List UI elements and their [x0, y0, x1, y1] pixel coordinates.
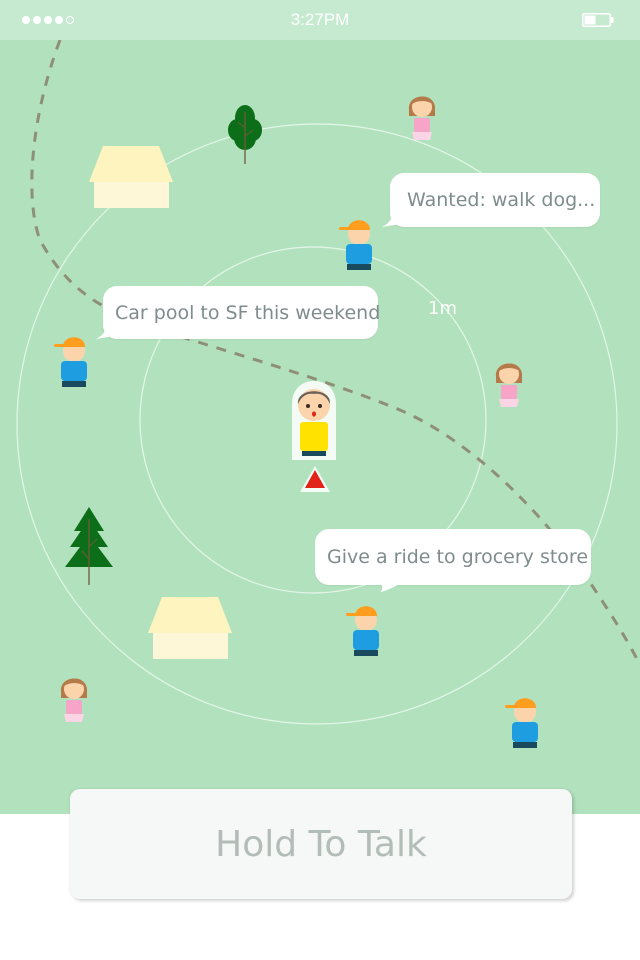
bubble-text: Car pool to SF this weekend [115, 301, 381, 324]
girl-avatar[interactable] [493, 355, 525, 409]
boy-avatar[interactable] [338, 216, 376, 272]
girl-avatar[interactable] [58, 670, 90, 724]
hold-to-talk-button[interactable]: Hold To Talk [70, 789, 572, 899]
status-time: 3:27PM [290, 10, 350, 29]
app-screen: 3:27PM 1m Wanted: walk dog... Car pool t… [0, 0, 640, 960]
map-view[interactable]: 1m Wanted: walk dog... Car pool to SF th… [0, 40, 640, 814]
user-avatar-me[interactable] [290, 380, 338, 462]
house-icon [148, 597, 232, 659]
radius-label: 1m [428, 298, 457, 319]
bubble-tail [96, 326, 116, 339]
boy-avatar[interactable] [53, 333, 91, 389]
bubble-text: Wanted: walk dog... [407, 189, 596, 211]
direction-arrow-icon [300, 466, 330, 492]
bubble-tail [379, 583, 401, 593]
boy-avatar[interactable] [504, 694, 542, 750]
girl-avatar[interactable] [406, 88, 438, 142]
status-bar: 3:27PM [0, 0, 640, 40]
boy-avatar[interactable] [345, 602, 383, 658]
bubble-tail [382, 214, 402, 227]
request-bubble-grocery-ride[interactable]: Give a ride to grocery store [315, 529, 591, 585]
house-icon [89, 146, 173, 208]
pine-tree-icon [65, 507, 113, 585]
request-bubble-walk-dog[interactable]: Wanted: walk dog... [390, 173, 600, 227]
bubble-text: Give a ride to grocery store [327, 546, 589, 568]
request-bubble-car-pool[interactable]: Car pool to SF this weekend [103, 286, 381, 339]
tree-icon [228, 105, 262, 164]
battery-icon [582, 13, 614, 27]
